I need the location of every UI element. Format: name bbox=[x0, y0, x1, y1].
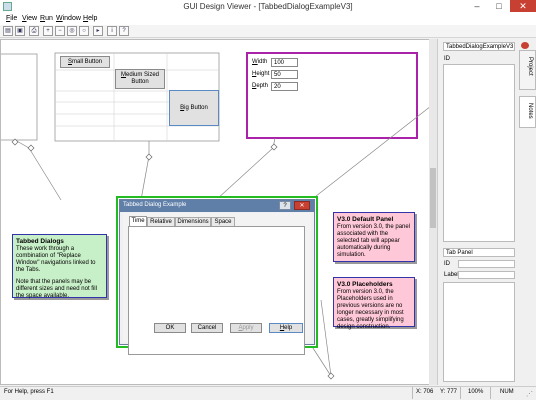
cancel-button[interactable]: Cancel bbox=[191, 323, 223, 333]
status-y: Y: 777 bbox=[440, 389, 458, 395]
menu-help[interactable]: Help bbox=[83, 15, 97, 22]
resize-grip-icon[interactable]: ⋰ bbox=[526, 390, 533, 398]
menu-file[interactable]: File bbox=[6, 15, 17, 22]
note-heading: V3.0 Default Panel bbox=[337, 216, 394, 223]
height-field[interactable]: 50 bbox=[271, 70, 298, 79]
menu-view[interactable]: View bbox=[22, 15, 37, 22]
save-icon[interactable]: ▣ bbox=[15, 26, 25, 36]
zoom-in-icon[interactable]: + bbox=[43, 26, 53, 36]
side-tab-notes[interactable]: Notes bbox=[519, 96, 536, 128]
label-label: Label bbox=[444, 272, 459, 278]
tab-time[interactable]: Time bbox=[129, 216, 147, 226]
width-field[interactable]: 100 bbox=[271, 58, 298, 67]
tab-dimensions[interactable]: Dimensions bbox=[175, 217, 211, 226]
id-label-2: ID bbox=[444, 261, 450, 267]
left-panel-frame bbox=[1, 53, 38, 141]
medium-sized-button[interactable]: Medium Sized Button bbox=[115, 69, 165, 89]
design-canvas[interactable]: Small Button Medium Sized Button Big Butt… bbox=[0, 39, 430, 385]
ok-button[interactable]: OK bbox=[154, 323, 186, 333]
minimize-button[interactable]: – bbox=[466, 0, 488, 12]
note-text: Note that the panels may be different si… bbox=[16, 279, 97, 299]
info-icon[interactable]: i bbox=[107, 26, 117, 36]
note-heading: Tabbed Dialogs bbox=[16, 238, 64, 245]
note-heading: V3.0 Placeholders bbox=[337, 281, 393, 288]
pointer-icon[interactable]: ▸ bbox=[93, 26, 103, 36]
tab-space[interactable]: Space bbox=[211, 217, 235, 226]
properties-title-top: TabbedDialogExampleV3 bbox=[443, 42, 515, 51]
note-placeholders: V3.0 Placeholders From version 3.0, the … bbox=[333, 277, 415, 330]
label-field[interactable] bbox=[458, 271, 515, 279]
height-label: Height bbox=[252, 71, 270, 77]
properties-box-top[interactable] bbox=[443, 64, 515, 242]
help-icon[interactable]: ? bbox=[119, 26, 129, 36]
note-tabbed-dialogs: Tabbed Dialogs These work through a comb… bbox=[12, 234, 107, 299]
depth-field[interactable]: 20 bbox=[271, 82, 298, 91]
note-text: From version 3.0, the Placeholders used … bbox=[337, 289, 404, 330]
project-tab-icon bbox=[521, 42, 529, 49]
zoom-fit-icon[interactable]: ◎ bbox=[67, 26, 77, 36]
note-text: From version 3.0, the panel associated w… bbox=[337, 224, 411, 258]
close-button[interactable]: ✕ bbox=[510, 0, 536, 12]
depth-label: Depth bbox=[252, 83, 269, 89]
status-num: NUM bbox=[500, 389, 514, 395]
open-icon[interactable]: ▤ bbox=[3, 26, 13, 36]
status-zoom: 100% bbox=[468, 389, 484, 395]
properties-box-bottom[interactable] bbox=[443, 282, 515, 382]
dialog-title: Tabbed Dialog Example bbox=[123, 202, 187, 208]
zoom-reset-icon[interactable]: ○ bbox=[79, 26, 89, 36]
note-text: These work through a combination of "Rep… bbox=[16, 246, 96, 273]
width-label: Width bbox=[252, 59, 268, 65]
menu-run[interactable]: Run bbox=[40, 15, 53, 22]
maximize-button[interactable]: □ bbox=[488, 0, 510, 12]
note-default-panel: V3.0 Default Panel From version 3.0, the… bbox=[333, 212, 415, 262]
apply-button[interactable]: Apply bbox=[230, 323, 262, 333]
tab-relative[interactable]: Relative bbox=[147, 217, 175, 226]
status-message: For Help, press F1 bbox=[4, 389, 54, 395]
tab-panel-area bbox=[128, 226, 305, 355]
side-tab-project[interactable]: Project bbox=[519, 50, 536, 90]
small-button[interactable]: Small Button bbox=[60, 56, 110, 68]
status-x: X: 706 bbox=[416, 389, 434, 395]
dialog-help-text-button[interactable]: Help bbox=[269, 323, 303, 333]
id-label: ID bbox=[444, 56, 450, 62]
menu-window[interactable]: Window bbox=[56, 15, 81, 22]
window-title: GUI Design Viewer - [TabbedDialogExample… bbox=[183, 2, 353, 11]
print-icon[interactable]: ⎙ bbox=[29, 26, 39, 36]
id-field[interactable] bbox=[458, 260, 515, 268]
scrollbar-thumb[interactable] bbox=[430, 168, 436, 228]
big-button[interactable]: Big Button bbox=[169, 90, 219, 126]
properties-title-bottom: Tab Panel bbox=[443, 248, 515, 257]
dialog-help-button[interactable]: ? bbox=[279, 201, 291, 210]
dialog-close-button[interactable]: ✕ bbox=[294, 201, 310, 210]
zoom-out-icon[interactable]: − bbox=[55, 26, 65, 36]
